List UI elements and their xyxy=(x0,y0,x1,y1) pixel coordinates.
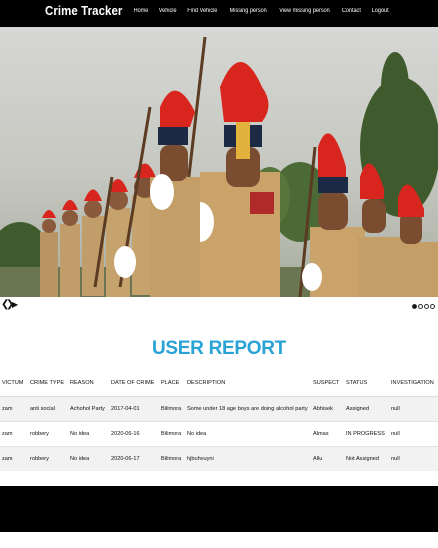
slider-controls: ❮ ❯ ▶ xyxy=(0,297,438,318)
table-cell: zam xyxy=(0,445,28,471)
table-cell: null xyxy=(389,445,438,471)
table-row: zam anti social Achohol Party 2017-04-01… xyxy=(0,395,438,421)
table-cell: 2017-04-01 xyxy=(109,395,159,421)
slider-dot[interactable] xyxy=(430,304,435,309)
slider-dots xyxy=(412,304,435,309)
police-parade-illustration xyxy=(0,27,438,297)
footer xyxy=(0,486,438,532)
nav-home[interactable]: Home xyxy=(133,8,148,14)
nav-find-vehicle[interactable]: Find Vehicle xyxy=(187,8,217,14)
table-cell: No idea xyxy=(185,420,311,446)
table-row: zam robbery No idea 2020-06-16 Bilimora … xyxy=(0,420,438,446)
table-cell: Bilimora xyxy=(159,395,185,421)
top-navbar: Crime Tracker Home Vehicle Find Vehicle … xyxy=(0,0,438,27)
column-header: REASON xyxy=(68,371,109,397)
table-cell: Almas xyxy=(311,420,344,446)
nav-logout[interactable]: Logout xyxy=(371,8,388,14)
column-header: DATE OF CRIME xyxy=(109,371,159,397)
table-cell: Not Assigned xyxy=(344,445,389,471)
column-header: CRIME TYPE xyxy=(28,371,68,397)
column-header: INVESTIGATION xyxy=(389,371,438,397)
main-nav: Home Vehicle Find Vehicle Missing person… xyxy=(133,8,389,14)
column-header: STATUS xyxy=(344,371,389,397)
table-row: zam robbery No idea 2020-06-17 Bilimora … xyxy=(0,445,438,471)
table-cell: robbery xyxy=(28,420,68,446)
nav-vehicle[interactable]: Vehicle xyxy=(158,8,176,14)
table-cell: robbery xyxy=(28,445,68,471)
column-header: PLACE xyxy=(159,371,185,397)
table-cell: No idea xyxy=(68,420,109,446)
table-cell: Some under 18 age boys are doing alcohol… xyxy=(185,395,311,421)
table-cell: Abhisek xyxy=(311,395,344,421)
table-cell: Bilimora xyxy=(159,420,185,446)
page-title: USER REPORT xyxy=(152,338,286,359)
table-cell: 2020-06-17 xyxy=(109,445,159,471)
table-cell: 2020-06-16 xyxy=(109,420,159,446)
table-cell: anti social xyxy=(28,395,68,421)
slider-dot[interactable] xyxy=(424,304,429,309)
table-cell: zam xyxy=(0,420,28,446)
table-cell: zam xyxy=(0,395,28,421)
table-cell: No idea xyxy=(68,445,109,471)
column-header: DESCRIPTION xyxy=(185,371,311,397)
column-header: SUSPECT xyxy=(311,371,344,397)
table-cell: Achohol Party xyxy=(68,395,109,421)
table-cell: null xyxy=(389,395,438,421)
hero-slider-image xyxy=(0,27,438,297)
table-cell: Assigned xyxy=(344,395,389,421)
brand-logo[interactable]: Crime Tracker xyxy=(45,3,122,18)
table-cell: null xyxy=(389,420,438,446)
nav-contact[interactable]: Contact xyxy=(342,8,361,14)
nav-missing-person[interactable]: Missing person xyxy=(229,8,266,14)
table-header-row: VICTUM CRIME TYPE REASON DATE OF CRIME P… xyxy=(0,371,438,397)
table-cell: IN PROGRESS xyxy=(344,420,389,446)
table-cell: Bilimora xyxy=(159,445,185,471)
slider-dot[interactable] xyxy=(418,304,423,309)
nav-view-missing-person[interactable]: View missing person xyxy=(279,8,330,14)
play-icon[interactable]: ▶ xyxy=(12,300,18,309)
user-report-table: VICTUM CRIME TYPE REASON DATE OF CRIME P… xyxy=(0,371,438,471)
slider-dot[interactable] xyxy=(412,304,417,309)
table-cell: Allu xyxy=(311,445,344,471)
column-header: VICTUM xyxy=(0,371,28,397)
table-cell: hjbuhvuyni xyxy=(185,445,311,471)
